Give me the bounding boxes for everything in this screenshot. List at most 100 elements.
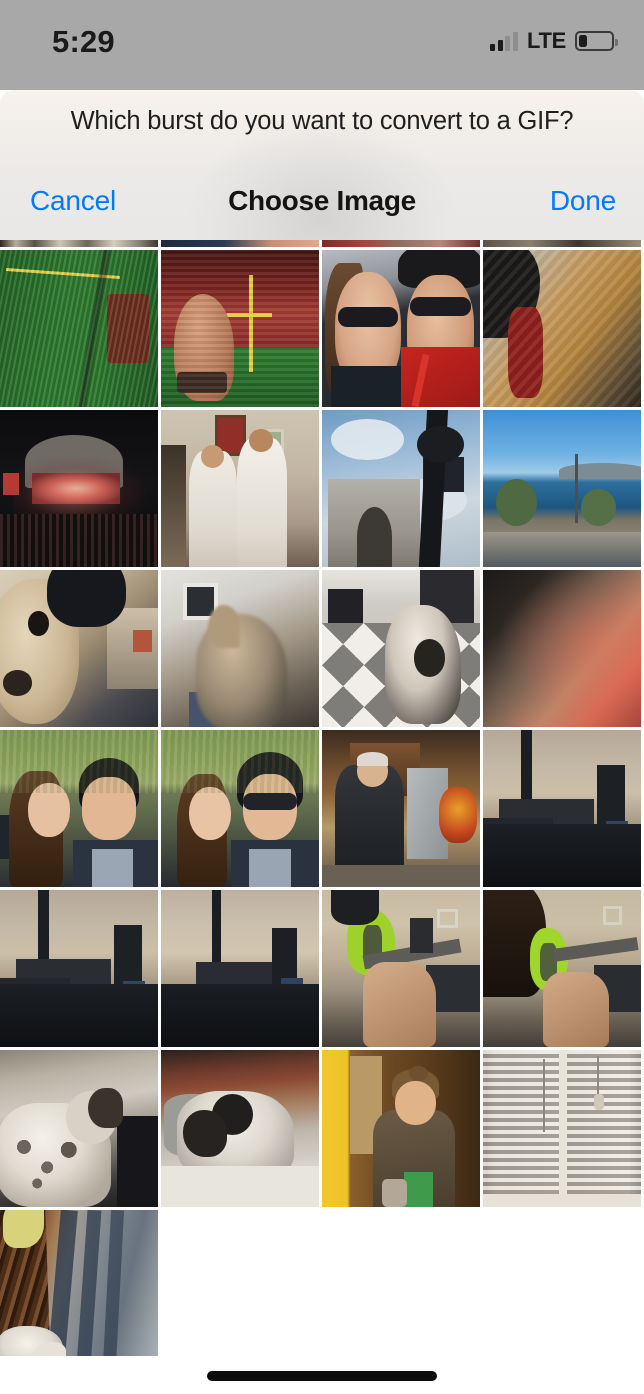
thumbnail-detail <box>558 1050 567 1207</box>
photo-thumbnail-image <box>0 250 158 407</box>
thumbnail-detail <box>208 604 240 649</box>
photo-thumbnail-image <box>483 250 641 407</box>
thumbnail-detail <box>603 905 623 925</box>
thumbnail-detail <box>580 488 616 527</box>
thumb-dog-on-quilt[interactable] <box>322 570 480 727</box>
network-type-label: LTE <box>526 28 566 53</box>
thumb-couple-kiss-grass[interactable] <box>0 730 158 887</box>
thumb-sliver-text-banner[interactable] <box>0 240 158 247</box>
thumbnail-detail <box>328 588 364 624</box>
thumb-golden-dog-car[interactable] <box>483 250 641 407</box>
status-bar: 5:29 LTE <box>0 0 644 90</box>
thumb-shooting-range-bench-3[interactable] <box>161 890 319 1047</box>
thumbnail-detail <box>483 1194 641 1207</box>
status-bar-indicators: LTE <box>490 28 618 54</box>
thumb-shooter-green-earmuffs-1[interactable] <box>322 890 480 1047</box>
thumbnail-detail <box>508 306 544 398</box>
thumbnail-detail <box>543 971 610 1047</box>
thumbnail-detail <box>382 1178 408 1207</box>
thumb-seaside-road[interactable] <box>483 410 641 567</box>
thumbnail-detail <box>189 450 237 567</box>
photo-thumbnail-image <box>483 730 641 887</box>
thumb-shooting-range-bench-2[interactable] <box>0 890 158 1047</box>
thumb-arc-de-triomphe[interactable] <box>322 410 480 567</box>
thumbnail-detail <box>0 513 158 567</box>
thumb-shooting-range-bench-1[interactable] <box>483 730 641 887</box>
thumb-dog-closeup-cap[interactable] <box>0 570 158 727</box>
thumbnail-detail <box>483 250 540 338</box>
thumb-fluffy-dog-blur[interactable] <box>161 570 319 727</box>
thumbnail-detail <box>132 629 152 652</box>
thumb-concert-amphitheater[interactable] <box>0 410 158 567</box>
photo-thumbnail-image <box>483 570 641 727</box>
battery-fill-level <box>579 35 588 47</box>
thumb-stadium-hand-field[interactable] <box>161 250 319 407</box>
thumb-kitchen-older-man[interactable] <box>322 730 480 887</box>
thumb-two-men-white-shirts[interactable] <box>161 410 319 567</box>
thumbnail-detail <box>161 984 319 1047</box>
thumb-sliver-dark-blue[interactable] <box>161 240 319 247</box>
thumb-spotted-dog-room[interactable] <box>0 1050 158 1207</box>
thumb-spotted-dog-rug[interactable] <box>161 1050 319 1207</box>
signal-bar-2 <box>497 39 503 51</box>
photo-thumbnail-image <box>322 410 480 567</box>
thumbnail-detail <box>394 1081 436 1126</box>
thumbnail-detail <box>404 1172 433 1207</box>
signal-bar-1 <box>490 43 496 51</box>
thumbnail-detail <box>438 786 477 844</box>
photo-thumbnail-image <box>161 1050 319 1207</box>
thumbnail-detail <box>337 306 398 327</box>
thumb-couple-selfie-game[interactable] <box>322 250 480 407</box>
thumb-sidewalk-shadows-dog[interactable] <box>0 1210 158 1356</box>
photo-thumbnail-image <box>322 890 480 1047</box>
photo-thumbnail-image <box>322 1050 480 1207</box>
thumbnail-detail <box>331 890 379 925</box>
thumbnail-detail <box>543 1059 546 1132</box>
thumbnail-detail <box>3 670 32 696</box>
photo-thumbnail-image <box>322 240 480 247</box>
thumb-stadium-aerial[interactable] <box>0 250 158 407</box>
photo-thumbnail-image <box>322 730 480 887</box>
thumbnail-detail <box>28 610 49 636</box>
thumbnail-detail <box>76 1210 102 1356</box>
thumbnail-detail <box>6 268 121 279</box>
thumb-woman-yellow-wall[interactable] <box>322 1050 480 1207</box>
photo-thumbnail-image <box>161 250 319 407</box>
photo-thumbnail-image <box>0 570 158 727</box>
thumbnail-detail <box>356 751 389 767</box>
thumbnail-detail <box>413 639 446 677</box>
thumb-sliver-red-crowd[interactable] <box>322 240 480 247</box>
thumb-shooter-green-earmuffs-2[interactable] <box>483 890 641 1047</box>
thumbnail-detail <box>593 1093 604 1110</box>
photo-grid-row <box>0 250 644 407</box>
thumb-sliver-tan[interactable] <box>483 240 641 247</box>
thumbnail-detail <box>37 890 49 966</box>
thumbnail-detail <box>437 908 458 928</box>
photo-thumbnail-image <box>0 890 158 1047</box>
thumbnail-detail <box>483 532 641 567</box>
photo-grid-row <box>0 410 644 567</box>
done-button[interactable]: Done <box>550 185 616 217</box>
thumb-couple-glasses-grass[interactable] <box>161 730 319 887</box>
thumbnail-detail <box>107 293 149 364</box>
thumbnail-detail <box>34 1341 67 1356</box>
photo-picker-scroll-area[interactable] <box>0 240 644 1356</box>
thumbnail-detail <box>189 786 231 840</box>
home-indicator[interactable] <box>207 1371 437 1381</box>
photo-thumbnail-image <box>483 1050 641 1207</box>
thumb-blurred-warm-motion[interactable] <box>483 570 641 727</box>
thumbnail-detail <box>195 962 278 985</box>
thumbnail-detail <box>12 457 146 520</box>
thumbnail-detail <box>322 865 480 887</box>
cellular-signal-icon <box>490 31 518 51</box>
thumb-window-blinds[interactable] <box>483 1050 641 1207</box>
thumbnail-detail <box>88 1087 124 1129</box>
thumbnail-detail <box>574 453 578 524</box>
prompt-text: Which burst do you want to convert to a … <box>70 107 574 135</box>
photo-thumbnail-image <box>322 570 480 727</box>
thumbnail-detail <box>520 730 532 806</box>
thumbnail-detail <box>243 792 297 811</box>
thumbnail-detail <box>200 444 225 469</box>
photo-grid-row <box>0 1050 644 1207</box>
thumbnail-detail <box>116 1115 158 1207</box>
